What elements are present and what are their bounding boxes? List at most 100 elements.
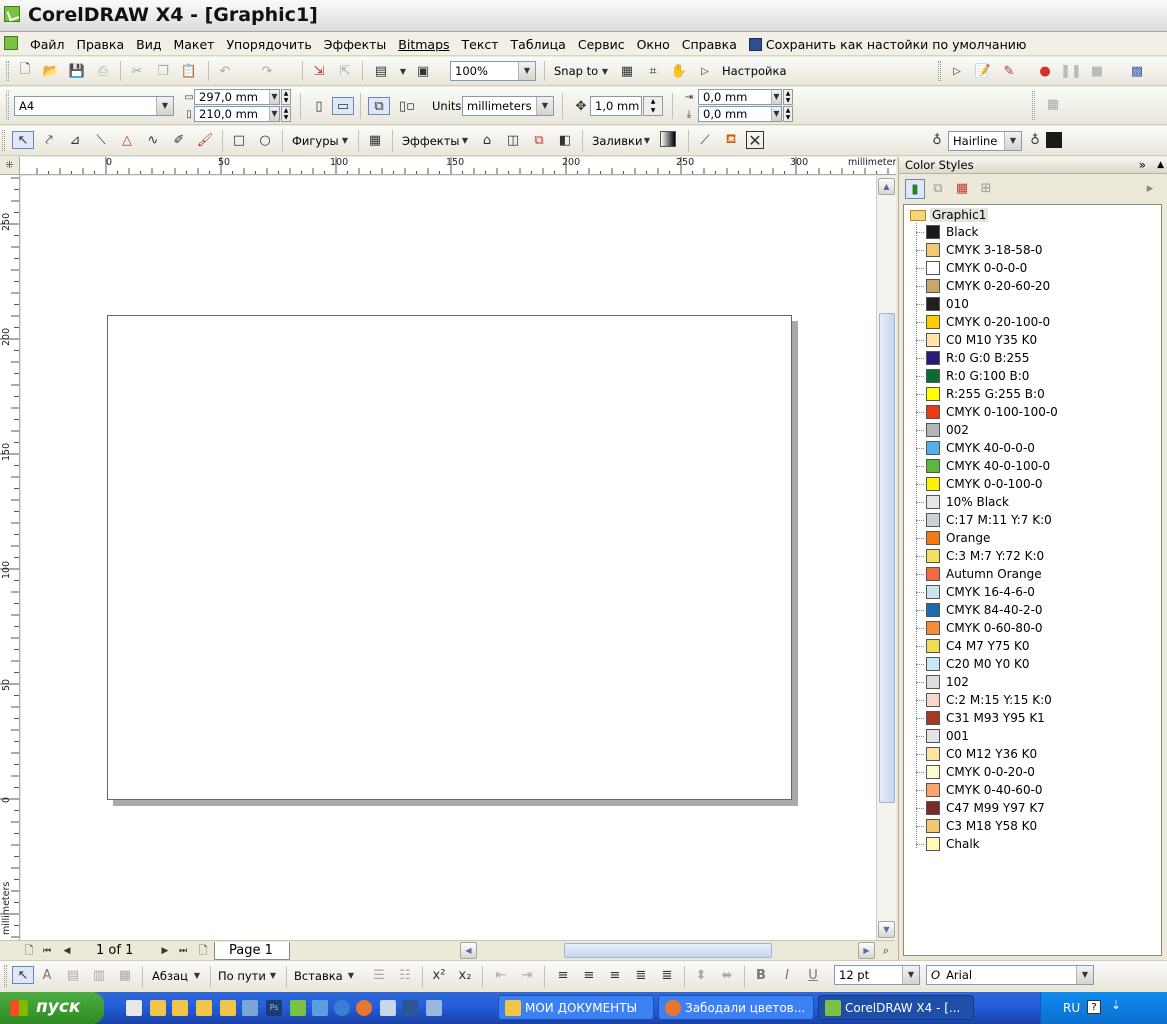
color-style-item[interactable]: C31 M93 Y95 K1: [916, 709, 1045, 727]
text-frame-icon[interactable]: ▥: [90, 966, 108, 984]
menu-window[interactable]: Окно: [631, 37, 676, 52]
chevron-down-icon[interactable]: ▼: [156, 97, 173, 115]
save-icon[interactable]: 💾: [68, 62, 86, 80]
print-icon[interactable]: ⎙: [94, 62, 112, 80]
tray-icon[interactable]: ⇣: [1111, 998, 1121, 1012]
scroll-down-button[interactable]: ▼: [878, 921, 895, 938]
menu-view[interactable]: Вид: [130, 37, 167, 52]
landscape-icon[interactable]: ▭: [332, 97, 354, 115]
color-style-item[interactable]: CMYK 0-60-80-0: [916, 619, 1043, 637]
chevron-down-icon[interactable]: ▼: [771, 107, 781, 121]
app-quicklaunch-icon[interactable]: [312, 1000, 328, 1016]
chevron-down-icon[interactable]: ▼: [596, 62, 614, 80]
color-style-item[interactable]: 002: [916, 421, 969, 439]
word-quicklaunch-icon[interactable]: [402, 1000, 418, 1016]
superscript-icon[interactable]: x²: [430, 966, 448, 984]
color-style-item[interactable]: C20 M0 Y0 K0: [916, 655, 1030, 673]
color-style-item[interactable]: 10% Black: [916, 493, 1009, 511]
welcome-screen-icon[interactable]: ▣: [414, 62, 432, 80]
close-docker-icon[interactable]: ▲: [1157, 157, 1164, 173]
color-style-item[interactable]: CMYK 84-40-2-0: [916, 601, 1043, 619]
toolbar-grip[interactable]: [6, 91, 9, 120]
chevron-down-icon[interactable]: ▼: [456, 131, 474, 149]
app-quicklaunch-icon[interactable]: [380, 1000, 396, 1016]
color-style-item[interactable]: C4 M7 Y75 K0: [916, 637, 1030, 655]
new-child-color-icon[interactable]: ⧉: [929, 179, 947, 197]
paste-icon[interactable]: 📋: [180, 62, 198, 80]
vertical-ruler[interactable]: 250 200 150 100 50 0 millimeters: [0, 175, 20, 941]
last-page-icon[interactable]: ⏭: [174, 942, 192, 960]
transparency-tool-icon[interactable]: ⧉: [530, 131, 548, 149]
play-macro-icon[interactable]: ▷: [948, 62, 966, 80]
play-icon[interactable]: ▷: [696, 62, 714, 80]
scroll-up-button[interactable]: ▲: [878, 178, 895, 195]
current-page-icon[interactable]: ▯▫: [396, 97, 418, 115]
tree-root-graphic1[interactable]: Graphic1: [910, 207, 989, 223]
shape-tool-icon[interactable]: ⤤: [40, 131, 58, 149]
color-style-item[interactable]: C47 M99 Y97 K7: [916, 799, 1045, 817]
previous-page-icon[interactable]: ◀: [58, 942, 76, 960]
effects-flyout[interactable]: Эффекты: [402, 134, 460, 148]
export-icon[interactable]: ⇱: [336, 62, 354, 80]
outline-width-select[interactable]: Hairline ▼: [948, 131, 1022, 151]
no-fill-icon[interactable]: ✕: [746, 131, 764, 150]
smart-fill-icon[interactable]: ∿: [144, 131, 162, 149]
blend-tool-icon[interactable]: ⌂: [478, 131, 496, 149]
menu-help[interactable]: Справка: [676, 37, 743, 52]
language-indicator[interactable]: RU: [1063, 1001, 1080, 1015]
chevron-down-icon[interactable]: ▼: [518, 62, 535, 80]
page-width-input[interactable]: 297,0 mm ▼: [194, 89, 280, 105]
color-style-item[interactable]: Autumn Orange: [916, 565, 1042, 583]
ruler-origin[interactable]: ⁜: [0, 157, 20, 175]
import-icon[interactable]: ⇲: [310, 62, 328, 80]
artistic-media-icon[interactable]: ✐: [170, 131, 188, 149]
rulers-icon[interactable]: ▦: [618, 62, 636, 80]
color-style-item[interactable]: CMYK 16-4-6-0: [916, 583, 1035, 601]
macro-editor-icon[interactable]: 📝: [974, 62, 992, 80]
chevron-down-icon[interactable]: ▼: [269, 107, 279, 121]
chevron-down-icon[interactable]: ▼: [269, 90, 279, 104]
artistic-text-icon[interactable]: A: [38, 966, 56, 984]
paragraph-text-icon[interactable]: ▤: [64, 966, 82, 984]
align-right-icon[interactable]: ≡: [606, 966, 624, 984]
select-text-icon[interactable]: ↖: [12, 966, 34, 984]
color-style-item[interactable]: CMYK 40-0-0-0: [916, 439, 1035, 457]
color-style-item[interactable]: CMYK 0-20-100-0: [916, 313, 1050, 331]
task-firefox[interactable]: Забодали цветов...: [658, 995, 814, 1020]
duplicate-y-input[interactable]: 0,0 mm ▼: [698, 106, 782, 122]
table-tool-icon[interactable]: ▦: [366, 131, 384, 149]
eyedropper-icon[interactable]: ⟋: [696, 131, 714, 149]
menu-edit[interactable]: Правка: [71, 37, 131, 52]
show-desktop-icon[interactable]: [126, 1000, 142, 1016]
notepad-quicklaunch-icon[interactable]: [242, 1000, 258, 1016]
horizontal-text-icon[interactable]: ⬌: [718, 966, 736, 984]
color-style-item[interactable]: C3 M18 Y58 K0: [916, 817, 1037, 835]
menu-file[interactable]: Файл: [24, 37, 71, 52]
text-columns-icon[interactable]: ▦: [116, 966, 134, 984]
italic-icon[interactable]: I: [778, 966, 796, 984]
insert-page-after-icon[interactable]: 🗋: [194, 942, 212, 960]
color-style-item[interactable]: 102: [916, 673, 969, 691]
task-my-documents[interactable]: МОИ ДОКУМЕНТЫ: [498, 995, 654, 1020]
duplicate-x-input[interactable]: 0,0 mm ▼: [698, 89, 782, 105]
stop-icon[interactable]: ■: [1088, 62, 1106, 80]
subscript-icon[interactable]: x₂: [456, 966, 474, 984]
horizontal-ruler[interactable]: 0 50 100 150 200 250 300 millimeters: [20, 157, 896, 175]
color-style-item[interactable]: C:17 M:11 Y:7 K:0: [916, 511, 1052, 529]
firefox-quicklaunch-icon[interactable]: [356, 1000, 372, 1016]
first-page-icon[interactable]: ⏮: [38, 942, 56, 960]
underline-icon[interactable]: U: [804, 966, 822, 984]
paragraph-flyout[interactable]: Абзац: [152, 969, 188, 983]
color-style-item[interactable]: C:2 M:15 Y:15 K:0: [916, 691, 1052, 709]
pick-tool-icon[interactable]: ↖: [12, 131, 34, 149]
menu-effects[interactable]: Эффекты: [318, 37, 393, 52]
color-style-item[interactable]: C0 M12 Y36 K0: [916, 745, 1037, 763]
nudge-spinner[interactable]: ▲ ▼: [643, 96, 663, 116]
force-justify-icon[interactable]: ≣: [658, 966, 676, 984]
shadow-tool-icon[interactable]: ◧: [556, 131, 574, 149]
align-center-icon[interactable]: ≡: [580, 966, 598, 984]
portrait-icon[interactable]: ▯: [310, 97, 328, 115]
macro-manager-icon[interactable]: ✎: [1000, 62, 1018, 80]
paper-size-select[interactable]: A4 ▼: [14, 96, 174, 116]
chevron-down-icon[interactable]: ▼: [536, 97, 553, 115]
